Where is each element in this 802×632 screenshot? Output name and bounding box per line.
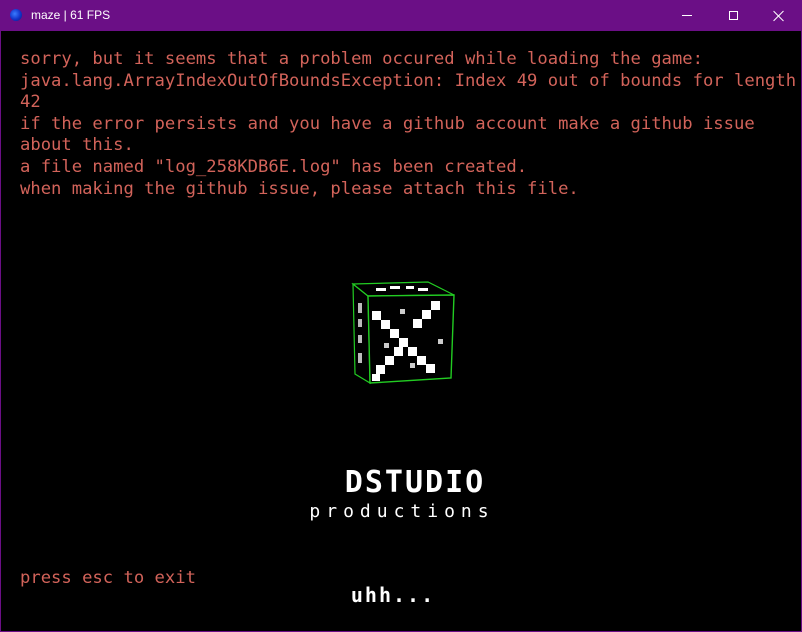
error-line: if the error persists and you have a git… [20,113,755,134]
loading-status: uhh... [350,583,436,607]
maximize-icon [728,11,738,20]
brand-name: DSTUDIO [344,465,486,500]
error-line: a file named "log_258KDB6E.log" has been… [20,156,528,177]
error-line: java.lang.ArrayIndexOutOfBoundsException… [20,70,797,91]
app-globe-icon [10,9,22,21]
close-icon [773,10,785,22]
error-line: sorry, but it seems that a problem occur… [20,49,703,69]
brand-subtitle: productions [309,501,495,522]
game-window: maze | 61 FPS sorry, but it seems that a… [0,0,802,632]
close-button[interactable] [756,0,802,31]
game-canvas[interactable]: sorry, but it seems that a problem occur… [1,31,801,631]
error-message: sorry, but it seems that a problem occur… [20,49,796,200]
maximize-button[interactable] [710,0,756,31]
error-line: about this. [20,135,134,156]
dstudio-cube-logo-icon [351,281,455,385]
window-title: maze | 61 FPS [31,8,111,22]
minimize-button[interactable] [664,0,710,31]
error-line: when making the github issue, please att… [20,178,579,199]
minimize-icon [682,15,692,16]
error-line: 42 [20,92,41,113]
title-bar[interactable]: maze | 61 FPS [0,0,802,31]
